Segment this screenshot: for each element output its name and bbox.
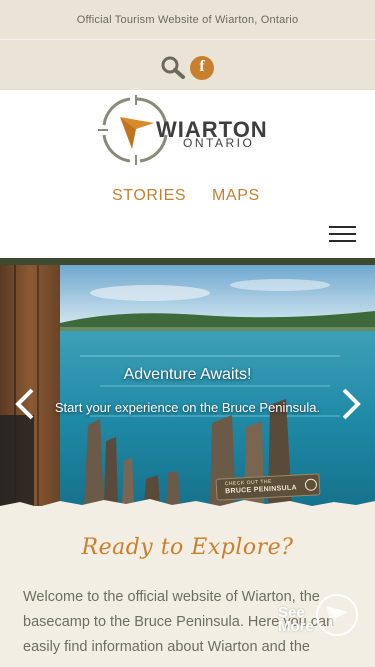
logo-subtitle: ONTARIO — [183, 136, 255, 150]
search-icon — [161, 56, 185, 79]
slider-prev-button[interactable] — [10, 386, 40, 422]
page: Official Tourism Website of Wiarton, Ont… — [0, 0, 375, 667]
hero-subtitle: Start your experience on the Bruce Penin… — [54, 400, 321, 415]
facebook-button[interactable]: f — [190, 56, 214, 80]
torn-paper-edge — [0, 499, 375, 514]
search-button[interactable] — [160, 55, 186, 79]
wiarton-logo[interactable]: WIARTON ONTARIO — [98, 95, 278, 165]
facebook-icon: f — [199, 58, 205, 75]
hamburger-menu-button[interactable] — [329, 226, 356, 244]
hero-lake-image — [0, 265, 375, 506]
official-site-text: Official Tourism Website of Wiarton, Ont… — [76, 14, 299, 26]
top-bar: Official Tourism Website of Wiarton, Ont… — [0, 0, 375, 90]
chevron-right-icon — [342, 388, 361, 420]
nav-stories[interactable]: STORIES — [112, 187, 186, 205]
compass-icon — [316, 594, 358, 636]
hero-top-strip — [0, 258, 375, 265]
slider-next-button[interactable] — [336, 386, 366, 422]
hamburger-line — [329, 226, 356, 228]
section-heading: Ready to Explore? — [81, 535, 294, 560]
hero-title: Adventure Awaits! — [123, 366, 252, 383]
nav-maps[interactable]: MAPS — [212, 187, 260, 205]
see-more-line2: More — [278, 618, 314, 635]
check-icon — [304, 478, 318, 492]
top-bar-divider — [0, 39, 375, 40]
hamburger-line — [329, 240, 356, 242]
site-header: WIARTON ONTARIO STORIES MAPS — [0, 90, 375, 258]
see-more-label: See More — [278, 605, 314, 635]
hero-slider: Adventure Awaits! Start your experience … — [0, 258, 375, 506]
see-more-button[interactable]: See More — [270, 592, 366, 642]
hamburger-line — [329, 233, 356, 235]
chevron-left-icon — [15, 388, 34, 420]
